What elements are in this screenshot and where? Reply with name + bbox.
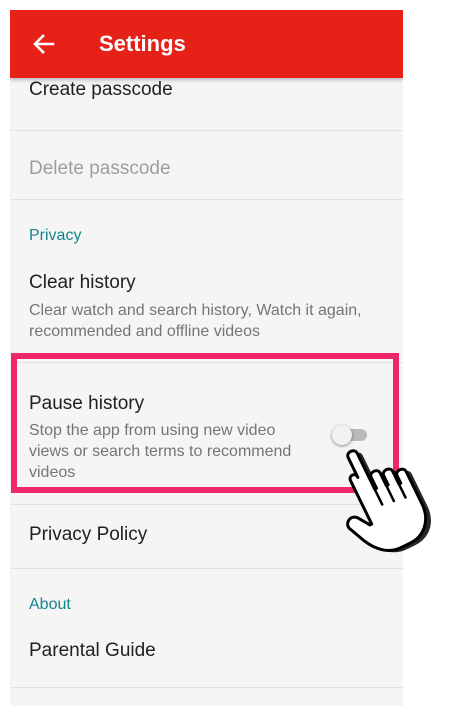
setting-title: Parental Guide <box>29 640 156 661</box>
setting-title: Pause history <box>29 393 145 414</box>
section-header-about: About <box>29 596 71 613</box>
section-about: About Parental Guide <box>10 569 403 688</box>
setting-title: Privacy Policy <box>29 524 148 545</box>
setting-subtitle: Stop the app from using new video views … <box>29 422 292 481</box>
hand-pointer-icon <box>346 449 431 553</box>
app-bar: Settings <box>10 10 403 78</box>
app-screen: Settings Create passcode Delete passcode… <box>10 10 403 706</box>
setting-create-passcode[interactable]: Create passcode <box>10 78 403 131</box>
section-header-privacy: Privacy <box>29 227 82 244</box>
setting-clear-history[interactable]: Clear history Clear watch and search his… <box>10 260 403 361</box>
setting-title: Create passcode <box>29 79 173 100</box>
setting-parental-guide[interactable]: Parental Guide <box>10 627 403 685</box>
page-title: Settings <box>99 31 186 56</box>
setting-delete-passcode: Delete passcode <box>10 131 403 200</box>
settings-list: Create passcode Delete passcode Privacy … <box>10 78 403 688</box>
section-privacy: Privacy Clear history Clear watch and se… <box>10 200 403 363</box>
setting-subtitle: Clear watch and search history, Watch it… <box>29 302 362 340</box>
setting-title: Delete passcode <box>29 158 171 179</box>
back-button[interactable] <box>30 30 58 58</box>
arrow-left-icon <box>33 34 55 54</box>
setting-title: Clear history <box>29 272 136 293</box>
